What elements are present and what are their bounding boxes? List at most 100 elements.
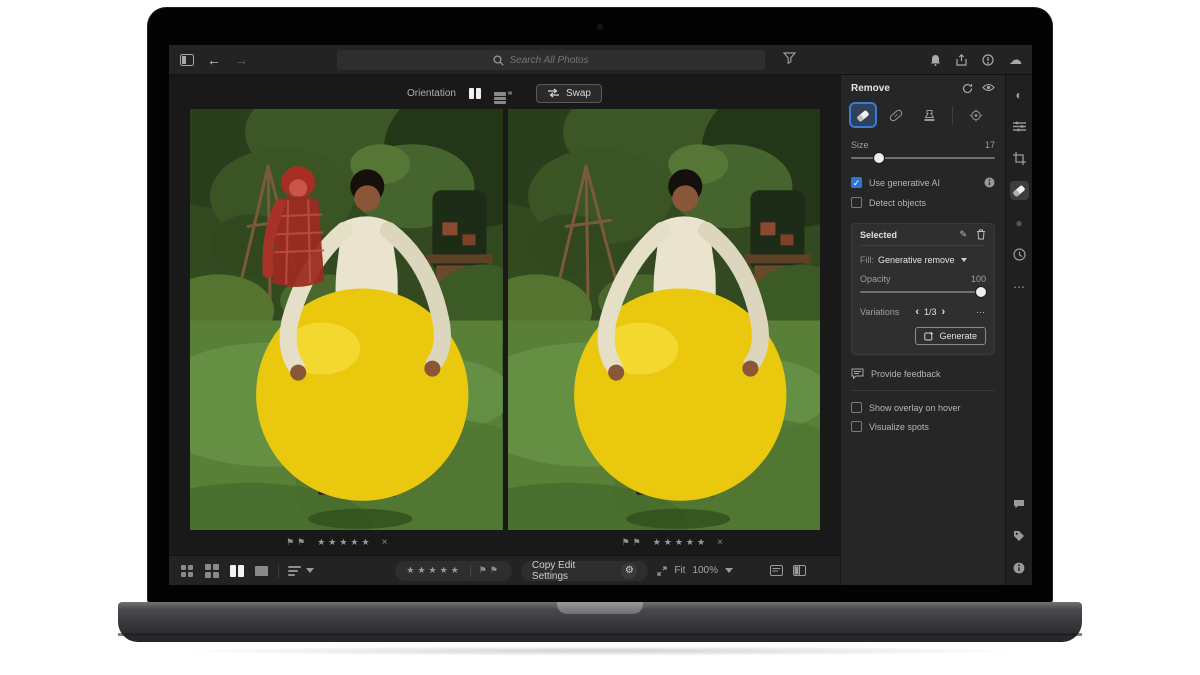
selected-title: Selected: [860, 230, 897, 240]
copy-edit-settings-pill: Copy Edit Settings ⚙: [521, 561, 648, 581]
versions-history-icon[interactable]: [1010, 245, 1029, 264]
lightroom-window: ← →: [169, 45, 1032, 585]
next-variation-icon[interactable]: ›: [942, 306, 946, 318]
size-label: Size: [851, 140, 869, 150]
generate-icon: [924, 331, 934, 341]
generate-label: Generate: [939, 331, 977, 341]
search-icon: [493, 55, 504, 66]
sort-icon: [288, 564, 301, 578]
masking-icon[interactable]: ●: [1010, 213, 1029, 232]
help-info-icon[interactable]: [982, 54, 994, 66]
keywords-tag-icon[interactable]: [1010, 526, 1029, 545]
edit-pencil-icon[interactable]: ✎: [959, 229, 967, 240]
search-field[interactable]: [337, 50, 765, 70]
star-rating[interactable]: ★★★★★: [653, 537, 708, 548]
more-options-icon[interactable]: ⋯: [976, 307, 986, 318]
sidebar-toggle-icon[interactable]: [180, 54, 194, 66]
size-slider[interactable]: [851, 152, 995, 164]
presets-icon[interactable]: [1010, 117, 1029, 136]
share-icon[interactable]: [956, 54, 967, 66]
visualize-spots-checkbox[interactable]: [851, 421, 862, 432]
info-icon[interactable]: [984, 177, 995, 188]
star-rating[interactable]: ★★★★★: [317, 537, 372, 548]
shadow: [170, 646, 1030, 656]
chevron-down-icon[interactable]: [725, 568, 733, 573]
square-grid-view-button[interactable]: [204, 564, 220, 578]
chevron-down-icon: [306, 568, 314, 573]
show-overlay-checkbox[interactable]: [851, 402, 862, 413]
clone-stamp-tool[interactable]: [917, 104, 941, 126]
copy-edit-settings-button[interactable]: Copy Edit Settings: [532, 560, 614, 582]
fill-dropdown[interactable]: Fill: Generative remove: [860, 255, 986, 265]
grid-view-button[interactable]: [179, 564, 195, 578]
notifications-bell-icon[interactable]: [930, 54, 941, 66]
fit-label[interactable]: Fit: [674, 565, 685, 576]
compare-view: Orientation Swap: [169, 75, 840, 585]
heal-tool[interactable]: [884, 104, 908, 126]
forward-icon: →: [234, 52, 248, 68]
show-overlay-label: Show overlay on hover: [869, 403, 961, 413]
remove-tools: [851, 104, 995, 126]
flag-icons[interactable]: ⚑⚑: [479, 565, 501, 576]
delete-trash-icon[interactable]: [976, 229, 986, 240]
compare-header: Orientation Swap: [169, 81, 840, 105]
compare-view-button[interactable]: [229, 564, 245, 578]
filter-icon[interactable]: [783, 52, 796, 64]
reject-icon[interactable]: ×: [717, 537, 723, 548]
flag-icons[interactable]: ⚑⚑: [622, 537, 644, 548]
swap-button[interactable]: Swap: [536, 84, 602, 103]
feedback-bubble-icon: [851, 368, 864, 379]
provide-feedback-button[interactable]: Provide feedback: [851, 368, 995, 379]
rating-flag-pill: ★★★★★ ⚑⚑: [395, 561, 511, 581]
previous-variation-icon[interactable]: ‹: [915, 306, 919, 318]
red-eye-tool[interactable]: [964, 104, 988, 126]
reject-icon[interactable]: ×: [382, 537, 388, 548]
more-tools-icon[interactable]: ⋯: [1010, 277, 1029, 296]
top-bar: ← →: [169, 45, 1032, 75]
variations-value: 1/3: [924, 307, 937, 317]
edit-tools-rail: ◐ ● ⋯: [1005, 75, 1032, 585]
star-rating[interactable]: ★★★★★: [406, 565, 461, 576]
photo-before[interactable]: [190, 109, 503, 530]
use-generative-ai-checkbox[interactable]: ✓: [851, 177, 862, 188]
gear-icon[interactable]: ⚙: [621, 563, 637, 579]
expand-icon[interactable]: [657, 566, 667, 576]
detect-objects-checkbox[interactable]: [851, 197, 862, 208]
info-overlay-icon[interactable]: [770, 565, 783, 576]
photo-after[interactable]: [508, 109, 821, 530]
provide-feedback-label: Provide feedback: [871, 369, 941, 379]
page: ← →: [0, 0, 1200, 675]
eye-icon[interactable]: [982, 83, 995, 94]
generate-button[interactable]: Generate: [915, 327, 986, 345]
orientation-vertical-button[interactable]: [466, 86, 484, 101]
detail-view-button[interactable]: [254, 564, 270, 578]
zoom-controls: Fit 100%: [657, 565, 733, 576]
opacity-label: Opacity: [860, 274, 891, 284]
swap-icon: [547, 88, 560, 98]
photo-after-meta: ⚑⚑ ★★★★★ ×: [505, 530, 841, 555]
fill-value: Generative remove: [878, 255, 955, 265]
flag-icons[interactable]: ⚑⚑: [286, 537, 308, 548]
photo-info-icon[interactable]: [1010, 558, 1029, 577]
sort-button[interactable]: [288, 564, 314, 578]
opacity-slider[interactable]: [860, 286, 986, 298]
bottom-toolbar: ★★★★★ ⚑⚑ Copy Edit Settings ⚙: [169, 555, 840, 585]
search-input[interactable]: [510, 55, 610, 66]
opacity-value: 100: [971, 274, 986, 284]
remove-eraser-tool[interactable]: [851, 104, 875, 126]
crop-icon[interactable]: [1010, 149, 1029, 168]
edit-light-icon[interactable]: ◐: [1010, 85, 1029, 104]
reset-icon[interactable]: [962, 83, 973, 94]
before-after-icon[interactable]: [793, 565, 806, 576]
remove-panel-title: Remove: [851, 83, 890, 94]
size-value: 17: [985, 140, 995, 150]
comments-icon[interactable]: [1010, 494, 1029, 513]
swap-label: Swap: [566, 88, 591, 99]
visualize-spots-label: Visualize spots: [869, 422, 929, 432]
orientation-label: Orientation: [407, 88, 456, 99]
orientation-horizontal-button[interactable]: [494, 86, 512, 101]
remove-tool-rail-icon[interactable]: [1010, 181, 1029, 200]
cloud-sync-icon[interactable]: ☁: [1009, 52, 1022, 68]
zoom-level[interactable]: 100%: [692, 565, 718, 576]
back-icon[interactable]: ←: [207, 52, 221, 68]
